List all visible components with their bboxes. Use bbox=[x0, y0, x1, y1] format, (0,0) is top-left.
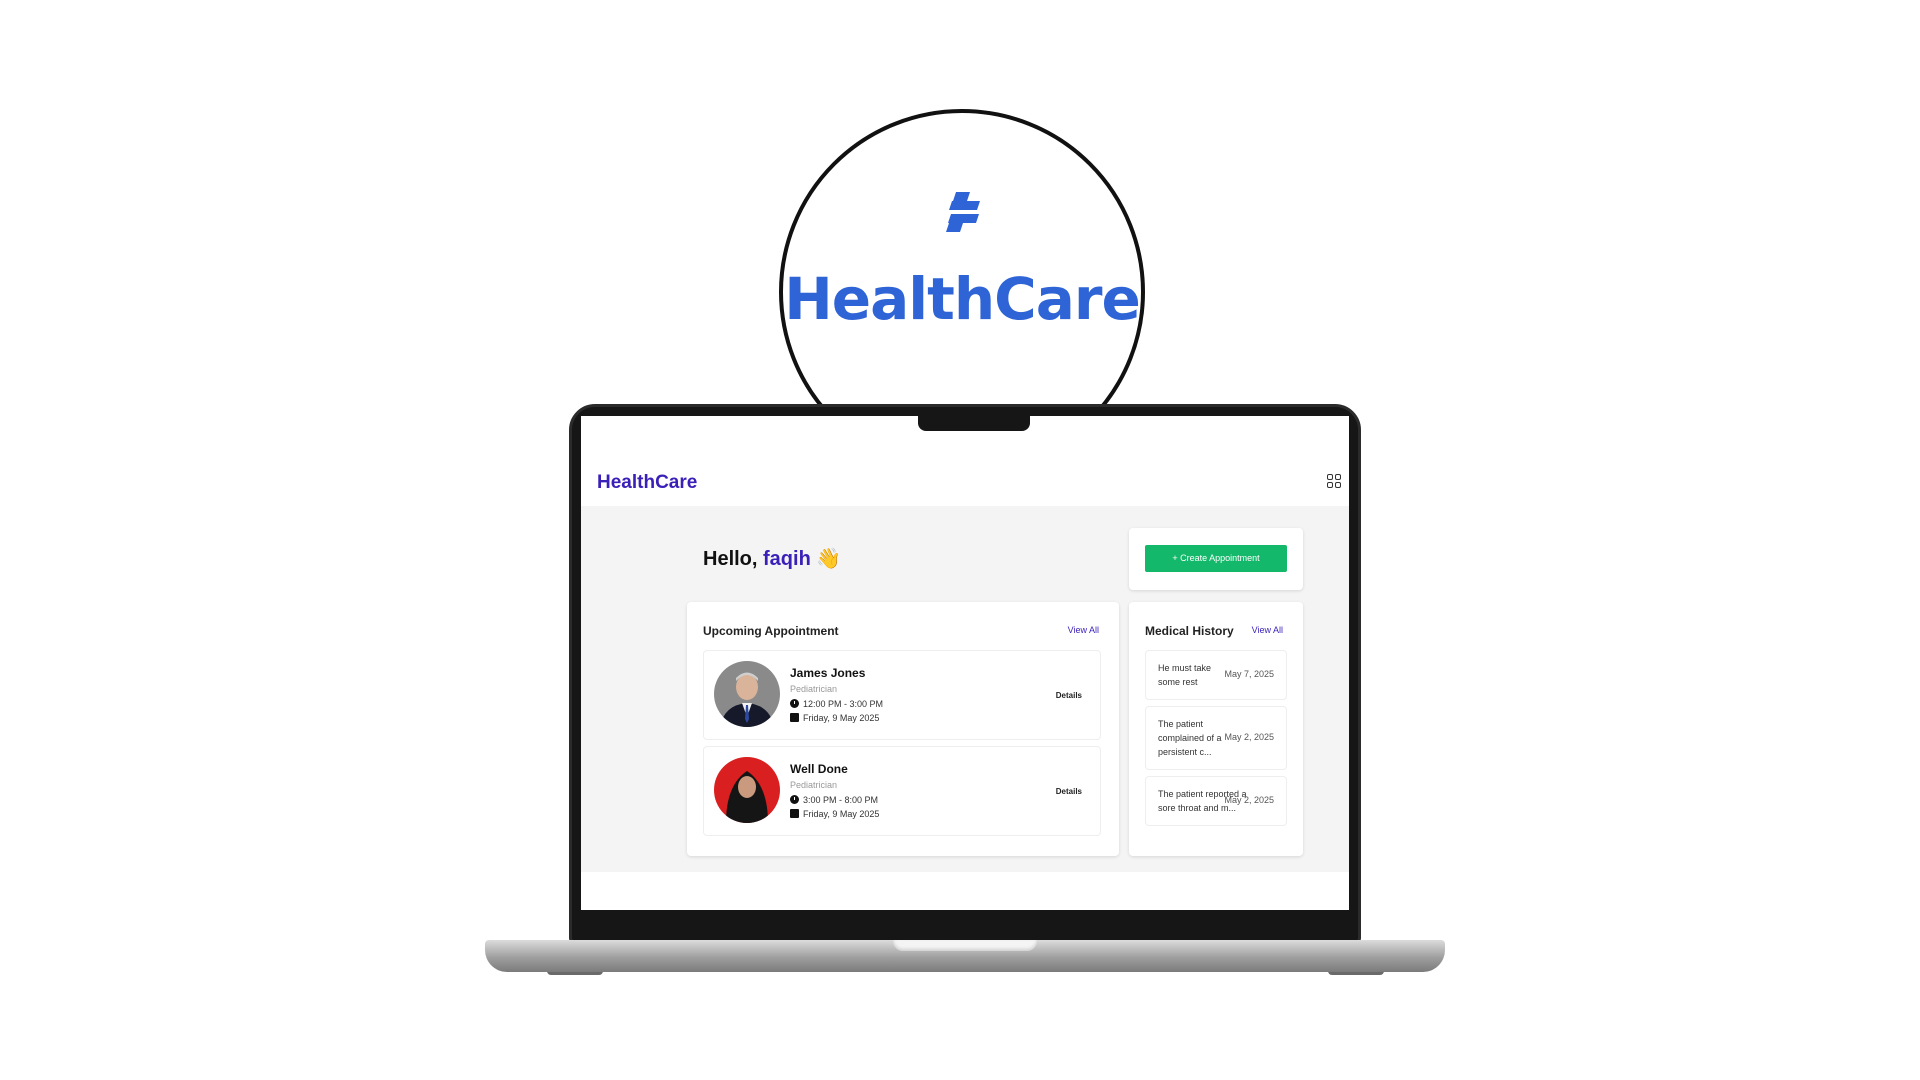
dashboard: Hello, faqih 👋 + Create Appointment Upco… bbox=[581, 506, 1349, 872]
user-name: faqih bbox=[763, 548, 811, 570]
greeting-prefix: Hello, bbox=[703, 548, 764, 570]
laptop-base-notch bbox=[893, 940, 1037, 951]
appointment-time-text: 3:00 PM - 8:00 PM bbox=[803, 795, 879, 805]
laptop-screen: HealthCare Hello, faqih 👋 + Create Appoi… bbox=[581, 416, 1349, 910]
details-button[interactable]: Details bbox=[1056, 691, 1082, 700]
appointment-date-text: Friday, 9 May 2025 bbox=[803, 809, 880, 819]
appointment-date-text: Friday, 9 May 2025 bbox=[803, 713, 880, 723]
greeting-heading: Hello, faqih 👋 bbox=[703, 546, 841, 571]
doctor-avatar bbox=[714, 757, 780, 823]
create-appointment-card: + Create Appointment bbox=[1129, 528, 1303, 590]
history-item[interactable]: The patient complained of a persistent c… bbox=[1145, 706, 1287, 770]
appointment-date: Friday, 9 May 2025 bbox=[790, 809, 879, 819]
healthcare-logo-icon bbox=[946, 192, 980, 232]
clock-icon bbox=[790, 795, 799, 804]
appointment-item[interactable]: James Jones Pediatrician 12:00 PM - 3:00… bbox=[703, 650, 1101, 740]
history-item[interactable]: The patient reported a sore throat and m… bbox=[1145, 776, 1287, 826]
doctor-avatar bbox=[714, 661, 780, 727]
history-item[interactable]: He must take some rest May 7, 2025 bbox=[1145, 650, 1287, 700]
upcoming-view-all-link[interactable]: View All bbox=[1068, 625, 1099, 635]
clock-icon bbox=[790, 699, 799, 708]
create-appointment-button[interactable]: + Create Appointment bbox=[1145, 545, 1287, 572]
appointment-time-text: 12:00 PM - 3:00 PM bbox=[803, 699, 884, 709]
calendar-icon bbox=[790, 809, 799, 818]
doctor-name: James Jones bbox=[790, 666, 866, 680]
doctor-specialty: Pediatrician bbox=[790, 780, 838, 790]
calendar-icon bbox=[790, 713, 799, 722]
camera-notch bbox=[918, 414, 1030, 431]
appointment-time: 12:00 PM - 3:00 PM bbox=[790, 699, 883, 709]
appointment-time: 3:00 PM - 8:00 PM bbox=[790, 795, 878, 805]
history-view-all-link[interactable]: View All bbox=[1252, 625, 1283, 635]
upcoming-appointment-card: Upcoming Appointment View All James Jone… bbox=[687, 602, 1119, 856]
appointment-date: Friday, 9 May 2025 bbox=[790, 713, 879, 723]
details-button[interactable]: Details bbox=[1056, 787, 1082, 796]
doctor-specialty: Pediatrician bbox=[790, 684, 838, 694]
upcoming-appointment-title: Upcoming Appointment bbox=[703, 624, 839, 638]
mockup-stage: HealthCare HealthCare Hello, faqih 👋 + C… bbox=[0, 0, 1920, 1080]
medical-history-card: Medical History View All He must take so… bbox=[1129, 602, 1303, 856]
appointment-item[interactable]: Well Done Pediatrician 3:00 PM - 8:00 PM… bbox=[703, 746, 1101, 836]
history-note: The patient complained of a persistent c… bbox=[1158, 719, 1222, 757]
logo-wordmark: HealthCare bbox=[784, 265, 1141, 333]
history-note: He must take some rest bbox=[1158, 663, 1212, 687]
medical-history-title: Medical History bbox=[1145, 624, 1234, 638]
doctor-name: Well Done bbox=[790, 762, 848, 776]
history-date: May 2, 2025 bbox=[1224, 795, 1274, 805]
apps-grid-icon[interactable] bbox=[1327, 474, 1341, 488]
app-brand[interactable]: HealthCare bbox=[597, 472, 697, 494]
history-date: May 2, 2025 bbox=[1224, 732, 1274, 742]
wave-emoji-icon: 👋 bbox=[816, 548, 842, 570]
history-date: May 7, 2025 bbox=[1224, 669, 1274, 679]
